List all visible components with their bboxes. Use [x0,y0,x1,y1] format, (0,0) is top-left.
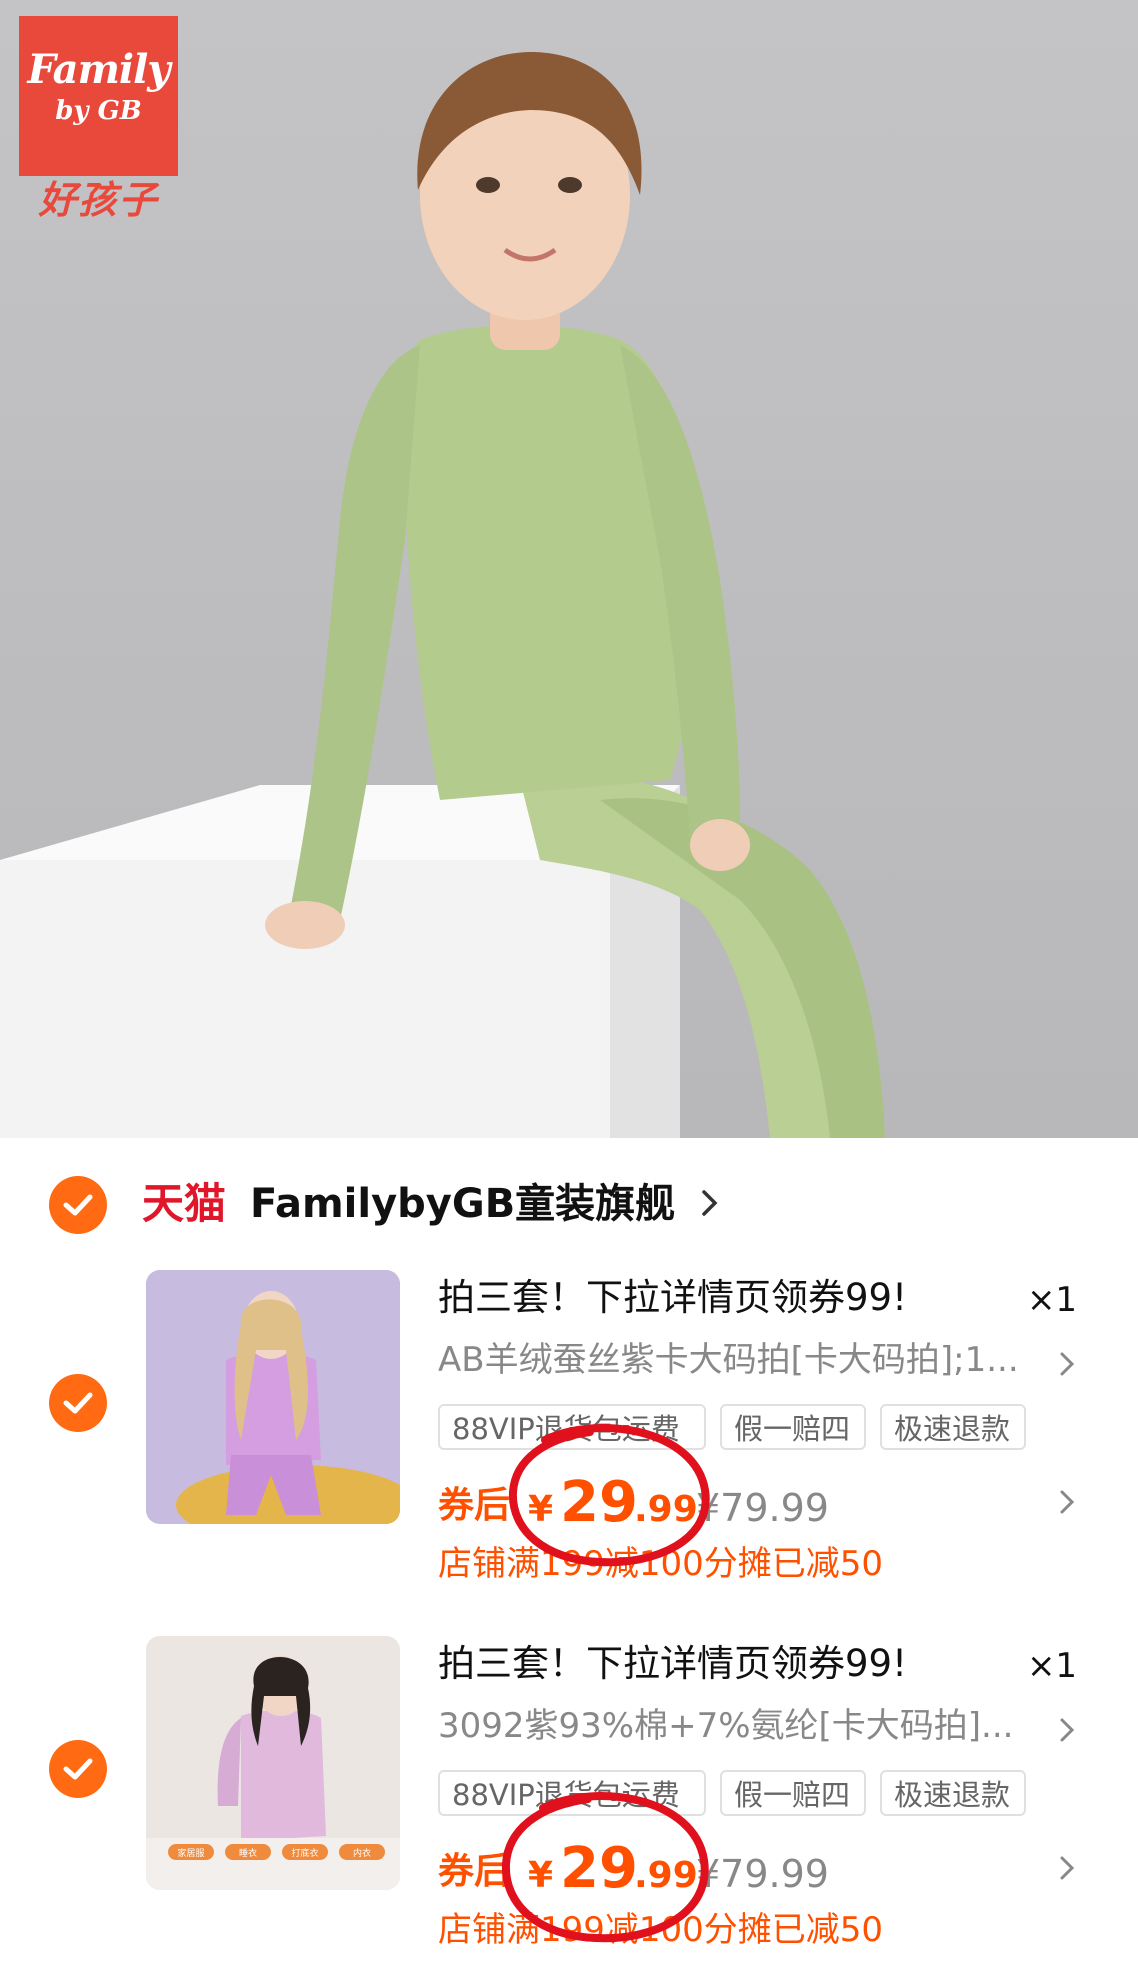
annotation-circle [508,1424,710,1567]
shop-header[interactable]: 天猫 FamilybyGB童装旗舰 [0,1168,1138,1240]
chevron-right-icon[interactable] [1058,1488,1078,1516]
item-title[interactable]: 拍三套！下拉详情页领券99! [438,1274,907,1322]
item-quantity[interactable]: ×1 [1020,1276,1084,1324]
chevron-right-icon[interactable] [1058,1350,1078,1378]
cart-item[interactable]: 拍三套！下拉详情页领券99! ×1 AB羊绒蚕丝紫卡大码拍[卡大码拍];1...… [0,1270,1138,1620]
annotation-circle [501,1792,709,1943]
thumb-badge-label: 睡衣 [239,1847,257,1859]
brand-logo-script: Family [27,46,170,93]
tmall-label: 天猫 [142,1179,227,1228]
original-price: ¥79.99 [696,1486,829,1530]
item-thumbnail[interactable] [146,1270,400,1524]
check-icon [63,1392,93,1414]
brand-logo-cn: 好孩子 [38,178,159,222]
tag-fast-refund: 极速退款 [880,1404,1026,1450]
item-select-checkbox[interactable] [49,1740,107,1798]
thumb-badge-label: 内衣 [353,1847,371,1859]
item-thumbnail-photo: 家居服 睡衣 打底衣 内衣 [146,1636,400,1890]
after-coupon-label: 券后 [438,1485,511,1526]
item-spec[interactable]: 3092紫93%棉+7%氨纶[卡大码拍]... [438,1702,1078,1750]
tag-fast-refund: 极速退款 [880,1770,1026,1816]
thumb-badge-label: 家居服 [177,1847,204,1859]
item-thumbnail-photo [146,1270,400,1524]
tag-fake-compensation: 假一赔四 [720,1770,866,1816]
item-spec[interactable]: AB羊绒蚕丝紫卡大码拍[卡大码拍];1... [438,1336,1078,1384]
shop-select-checkbox[interactable] [49,1176,107,1234]
chevron-right-icon[interactable] [1058,1716,1078,1744]
hero-product-image[interactable]: Family by GB 好孩子 [0,0,1138,1138]
item-select-checkbox[interactable] [49,1374,107,1432]
chevron-right-icon[interactable] [1058,1854,1078,1882]
item-quantity[interactable]: ×1 [1020,1642,1084,1690]
original-price: ¥79.99 [696,1852,829,1896]
item-thumbnail[interactable]: 家居服 睡衣 打底衣 内衣 [146,1636,400,1890]
brand-logo-sub: by GB [55,96,142,126]
chevron-right-icon[interactable] [700,1188,720,1218]
thumb-badge-label: 打底衣 [291,1847,318,1859]
item-title[interactable]: 拍三套！下拉详情页领券99! [438,1640,907,1688]
shop-name-link[interactable]: FamilybyGB童装旗舰 [250,1178,675,1230]
check-icon [63,1194,93,1216]
tag-fake-compensation: 假一赔四 [720,1404,866,1450]
cart-item[interactable]: 家居服 睡衣 打底衣 内衣 拍三套！下拉详情页领券99! ×1 3092紫93%… [0,1636,1138,1986]
check-icon [63,1758,93,1780]
brand-logo: Family by GB [19,16,178,176]
